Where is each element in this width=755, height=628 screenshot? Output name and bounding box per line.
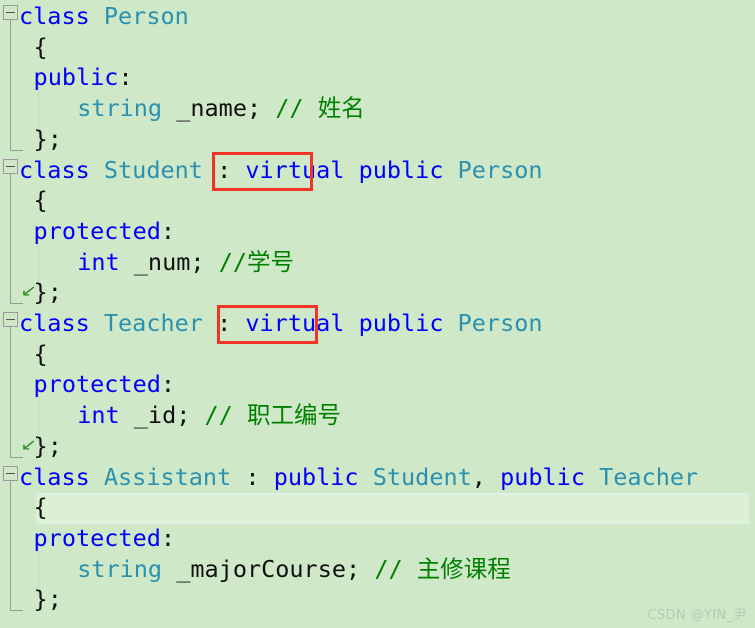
fold-collapse-minus-icon[interactable] — [3, 312, 18, 327]
code-token: : — [118, 63, 133, 92]
fold-collapse-minus-icon[interactable] — [3, 5, 18, 20]
code-token: Teacher — [103, 309, 203, 337]
code-token: class — [19, 462, 104, 491]
fold-vertical-line — [10, 20, 11, 151]
code-token: Assistant — [103, 462, 232, 491]
code-line[interactable]: }; — [34, 431, 62, 462]
code-token: : — [202, 155, 246, 184]
code-line[interactable]: int _num; //学号 — [77, 247, 294, 278]
code-token: // 职工编号 — [204, 401, 341, 430]
code-token: _majorCourse; — [162, 554, 375, 583]
code-token: protected — [33, 370, 161, 399]
code-line[interactable]: }; — [34, 584, 62, 615]
code-token: int — [77, 247, 120, 276]
code-line[interactable]: { — [34, 339, 48, 370]
code-token: { — [33, 186, 48, 215]
code-line[interactable]: public: — [34, 62, 133, 93]
code-token: protected — [33, 216, 161, 245]
code-token: // 姓名 — [275, 94, 365, 123]
current-line-highlight — [36, 493, 749, 525]
code-token: { — [33, 32, 48, 61]
line-ending-mark: ↙ — [20, 435, 38, 454]
code-token: : — [202, 309, 246, 337]
fold-vertical-line — [10, 173, 11, 304]
code-line[interactable]: { — [34, 492, 48, 523]
code-token: class — [19, 309, 104, 337]
code-token: Person — [457, 155, 543, 184]
code-line[interactable]: }; — [34, 124, 62, 155]
code-token: { — [33, 339, 48, 368]
fold-collapse-minus-icon[interactable] — [3, 465, 18, 481]
code-line[interactable]: class Person — [19, 1, 189, 32]
code-token: // 主修课程 — [374, 554, 511, 583]
code-token: public — [273, 462, 373, 491]
code-line[interactable]: string _name; // 姓名 — [77, 93, 365, 124]
code-token: Person — [457, 309, 543, 337]
code-token: }; — [33, 278, 62, 307]
code-token: class — [19, 155, 104, 184]
code-line[interactable]: { — [34, 32, 48, 63]
watermark: CSDN @YIN_尹 — [647, 608, 747, 623]
code-token: //学号 — [218, 247, 294, 276]
fold-end-bracket — [10, 456, 23, 458]
code-line[interactable]: }; — [34, 277, 62, 308]
code-line[interactable]: class Assistant : public Student, public… — [19, 462, 698, 493]
fold-end-bracket — [10, 149, 23, 151]
code-line[interactable]: class Student : virtual public Person — [19, 155, 543, 186]
code-token: : — [231, 462, 274, 491]
line-ending-mark: ↙ — [20, 281, 38, 300]
code-line[interactable]: protected: — [34, 523, 176, 554]
code-token: : — [160, 523, 176, 552]
fold-end-bracket — [10, 610, 23, 611]
code-line[interactable]: protected: — [34, 369, 176, 400]
code-token: , — [471, 462, 501, 491]
code-token: { — [33, 493, 48, 522]
code-line[interactable]: string _majorCourse; // 主修课程 — [77, 554, 511, 585]
fold-vertical-line — [10, 480, 11, 611]
code-token: _num; — [119, 247, 219, 276]
code-token: }; — [33, 585, 62, 614]
code-token: protected — [33, 523, 161, 552]
code-line[interactable]: protected: — [34, 216, 176, 247]
code-token: string — [77, 554, 163, 583]
code-token: _name; — [162, 94, 276, 123]
code-token: _id; — [119, 401, 205, 430]
code-token: : — [160, 216, 176, 245]
code-token: }; — [33, 431, 62, 460]
fold-collapse-minus-icon[interactable] — [3, 158, 18, 174]
code-token: }; — [33, 124, 62, 153]
code-token: Teacher — [599, 462, 699, 491]
code-token: virtual public — [245, 155, 458, 184]
fold-end-bracket — [10, 303, 23, 304]
code-token: Student — [372, 462, 472, 491]
code-line[interactable]: class Teacher : virtual public Person — [19, 308, 543, 339]
code-token: public — [500, 462, 600, 491]
fold-vertical-line — [10, 327, 11, 458]
code-token: Student — [103, 155, 203, 184]
code-line[interactable]: { — [34, 185, 48, 216]
code-token: string — [77, 94, 163, 123]
code-token: Person — [103, 2, 189, 30]
code-token: virtual public — [245, 309, 458, 337]
code-editor-surface[interactable]: class Person{public: string _name; // 姓名}… — [0, 0, 755, 628]
code-token: class — [19, 2, 104, 30]
code-token: : — [160, 370, 176, 399]
code-token: public — [33, 63, 119, 92]
code-token: int — [77, 401, 120, 430]
code-line[interactable]: int _id; // 职工编号 — [77, 400, 341, 431]
